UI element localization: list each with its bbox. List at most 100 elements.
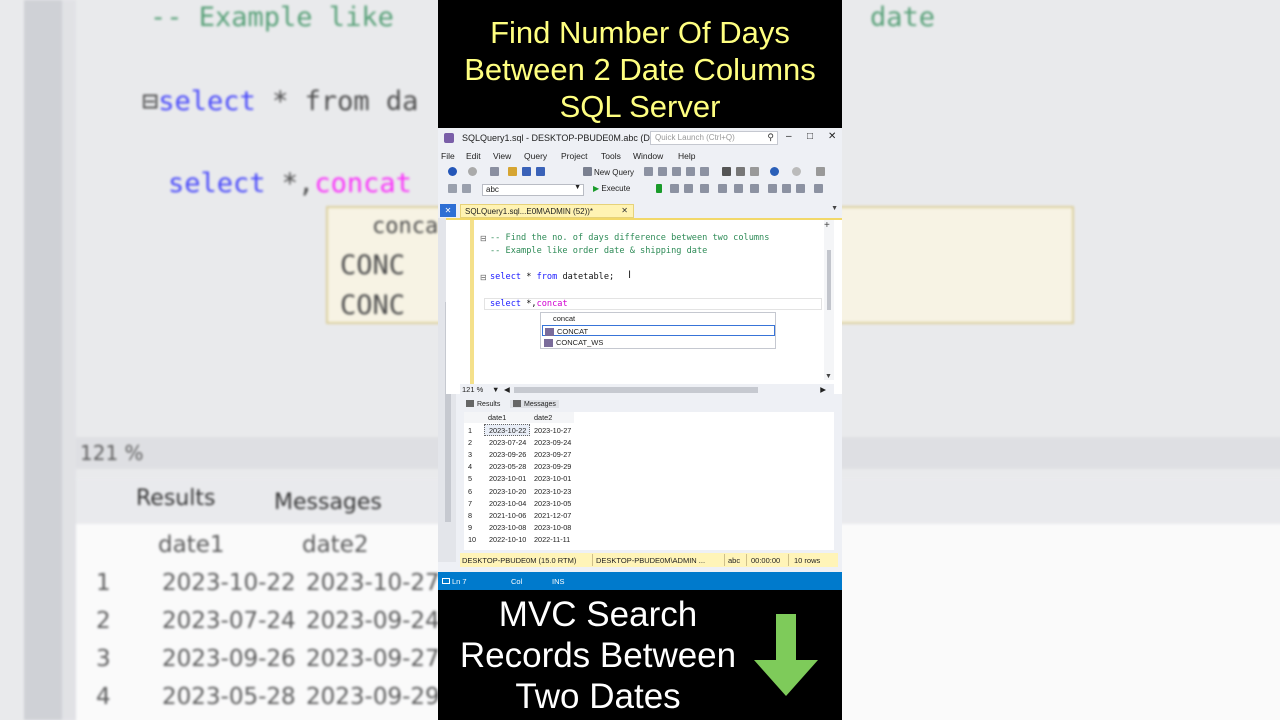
scroll-down-icon[interactable]: ▼ xyxy=(825,373,832,380)
intellisense-item-concat[interactable]: CONCAT xyxy=(542,325,775,336)
query-type-icon[interactable] xyxy=(644,167,653,176)
comment-lines-icon[interactable] xyxy=(814,184,823,193)
cell-date2[interactable]: 2023-09-24 xyxy=(534,438,571,447)
undo-icon[interactable] xyxy=(770,167,779,176)
scroll-right-icon[interactable]: ▶ xyxy=(820,385,826,394)
cell-date1[interactable]: 2023-10-08 xyxy=(489,523,526,532)
cell-date2[interactable]: 2023-10-23 xyxy=(534,487,571,496)
collapse-icon[interactable]: ⊟ xyxy=(480,234,487,243)
table-row[interactable]: 1 2023-10-22 2023-10-27 xyxy=(464,424,584,436)
pin-tab-button[interactable]: ✕ xyxy=(440,204,456,217)
cell-date1[interactable]: 2023-10-20 xyxy=(489,487,526,496)
cell-date1[interactable]: 2023-10-04 xyxy=(489,499,526,508)
editor-vertical-scrollbar[interactable]: + ▼ xyxy=(824,220,834,380)
split-plus-icon[interactable]: + xyxy=(824,220,830,231)
query-type-icon-3[interactable] xyxy=(672,167,681,176)
collapse-icon-2[interactable]: ⊟ xyxy=(480,273,487,282)
results-file-icon[interactable] xyxy=(796,184,805,193)
cell-date2[interactable]: 2023-10-08 xyxy=(534,523,571,532)
new-query-icon[interactable] xyxy=(583,167,592,176)
connect-icon[interactable] xyxy=(448,184,457,193)
change-connection-icon[interactable] xyxy=(462,184,471,193)
open-file-icon[interactable] xyxy=(508,167,517,176)
row-number: 9 xyxy=(468,522,473,532)
new-project-icon[interactable] xyxy=(490,167,499,176)
cell-date1[interactable]: 2023-10-01 xyxy=(489,474,526,483)
tab-close-icon[interactable]: ✕ xyxy=(621,206,628,215)
table-row[interactable]: 5 2023-10-01 2023-10-01 xyxy=(464,472,584,484)
intellisense-item-concat-ws[interactable]: CONCAT_WS xyxy=(542,337,775,348)
intellisense-icon[interactable] xyxy=(700,184,709,193)
overflow-icon[interactable] xyxy=(816,167,825,176)
cell-date1[interactable]: 2021-10-06 xyxy=(489,511,526,520)
scroll-left-icon[interactable]: ◀ xyxy=(504,385,510,394)
tab-messages[interactable]: Messages xyxy=(510,400,559,408)
tab-results[interactable]: Results xyxy=(466,400,500,408)
cell-date1[interactable]: 2023-05-28 xyxy=(489,462,526,471)
column-header-date1[interactable]: date1 xyxy=(488,413,506,422)
menu-window[interactable]: Window xyxy=(633,151,663,161)
zoom-chevron-down-icon[interactable]: ▼ xyxy=(492,385,499,394)
forward-icon[interactable] xyxy=(468,167,477,176)
table-row[interactable]: 8 2021-10-06 2021-12-07 xyxy=(464,509,584,521)
close-window-button[interactable]: ✕ xyxy=(828,131,836,142)
query-options-icon[interactable] xyxy=(684,184,693,193)
cell-date2[interactable]: 2023-09-29 xyxy=(534,462,571,471)
table-row[interactable]: 7 2023-10-04 2023-10-05 xyxy=(464,497,584,509)
cell-date2[interactable]: 2021-12-07 xyxy=(534,511,571,520)
maximize-button[interactable]: □ xyxy=(807,131,813,142)
new-query-button[interactable]: New Query xyxy=(594,168,634,177)
menu-query[interactable]: Query xyxy=(524,151,547,161)
table-row[interactable]: 6 2023-10-20 2023-10-23 xyxy=(464,485,584,497)
save-all-icon[interactable] xyxy=(536,167,545,176)
parse-check-icon[interactable] xyxy=(656,184,662,193)
paste-icon[interactable] xyxy=(750,167,759,176)
query-type-icon-5[interactable] xyxy=(700,167,709,176)
menu-view[interactable]: View xyxy=(493,151,511,161)
copy-icon[interactable] xyxy=(736,167,745,176)
cell-date2[interactable]: 2023-09-27 xyxy=(534,450,571,459)
execute-button[interactable]: ▶ Execute xyxy=(593,184,630,193)
table-row[interactable]: 9 2023-10-08 2023-10-08 xyxy=(464,521,584,533)
tab-dropdown-icon[interactable]: ▼ xyxy=(831,205,838,212)
query-type-icon-4[interactable] xyxy=(686,167,695,176)
include-plan-icon[interactable] xyxy=(718,184,727,193)
cut-icon[interactable] xyxy=(722,167,731,176)
redo-icon[interactable] xyxy=(792,167,801,176)
results-text-icon[interactable] xyxy=(768,184,777,193)
cell-date1[interactable]: 2023-10-22 xyxy=(489,426,526,435)
menu-tools[interactable]: Tools xyxy=(601,151,621,161)
cell-date1[interactable]: 2023-07-24 xyxy=(489,438,526,447)
client-stats-icon[interactable] xyxy=(750,184,759,193)
menu-edit[interactable]: Edit xyxy=(466,151,481,161)
cell-date1[interactable]: 2022-10-10 xyxy=(489,535,526,544)
menu-project[interactable]: Project xyxy=(561,151,587,161)
table-row[interactable]: 2 2023-07-24 2023-09-24 xyxy=(464,436,584,448)
table-row[interactable]: 10 2022-10-10 2022-11-11 xyxy=(464,533,584,545)
results-grid-icon[interactable] xyxy=(782,184,791,193)
cell-date1[interactable]: 2023-09-26 xyxy=(489,450,526,459)
tab-sqlquery1[interactable]: SQLQuery1.sql...E0M\ADMIN (52))* ✕ xyxy=(460,204,634,218)
cell-date2[interactable]: 2023-10-05 xyxy=(534,499,571,508)
cell-date2[interactable]: 2023-10-01 xyxy=(534,474,571,483)
row-number: 6 xyxy=(468,486,473,496)
table-row[interactable]: 3 2023-09-26 2023-09-27 xyxy=(464,448,584,460)
table-row[interactable]: 4 2023-05-28 2023-09-29 xyxy=(464,460,584,472)
cell-date2[interactable]: 2023-10-27 xyxy=(534,426,571,435)
cell-date2[interactable]: 2022-11-11 xyxy=(534,535,570,544)
status-mode: INS xyxy=(552,577,565,586)
back-icon[interactable] xyxy=(448,167,457,176)
column-header-date2[interactable]: date2 xyxy=(534,413,552,422)
save-icon[interactable] xyxy=(522,167,531,176)
query-type-icon-2[interactable] xyxy=(658,167,667,176)
minimize-button[interactable]: – xyxy=(786,131,792,142)
scroll-thumb[interactable] xyxy=(827,250,831,310)
display-plan-icon[interactable] xyxy=(670,184,679,193)
menu-help[interactable]: Help xyxy=(678,151,695,161)
zoom-select[interactable]: 121 % xyxy=(462,385,483,394)
horizontal-scrollbar[interactable] xyxy=(514,387,758,393)
database-select[interactable]: abc ▼ xyxy=(482,184,584,196)
live-stats-icon[interactable] xyxy=(734,184,743,193)
quick-launch-input[interactable]: Quick Launch (Ctrl+Q) ⚲ xyxy=(650,131,778,145)
menu-file[interactable]: File xyxy=(441,151,455,161)
